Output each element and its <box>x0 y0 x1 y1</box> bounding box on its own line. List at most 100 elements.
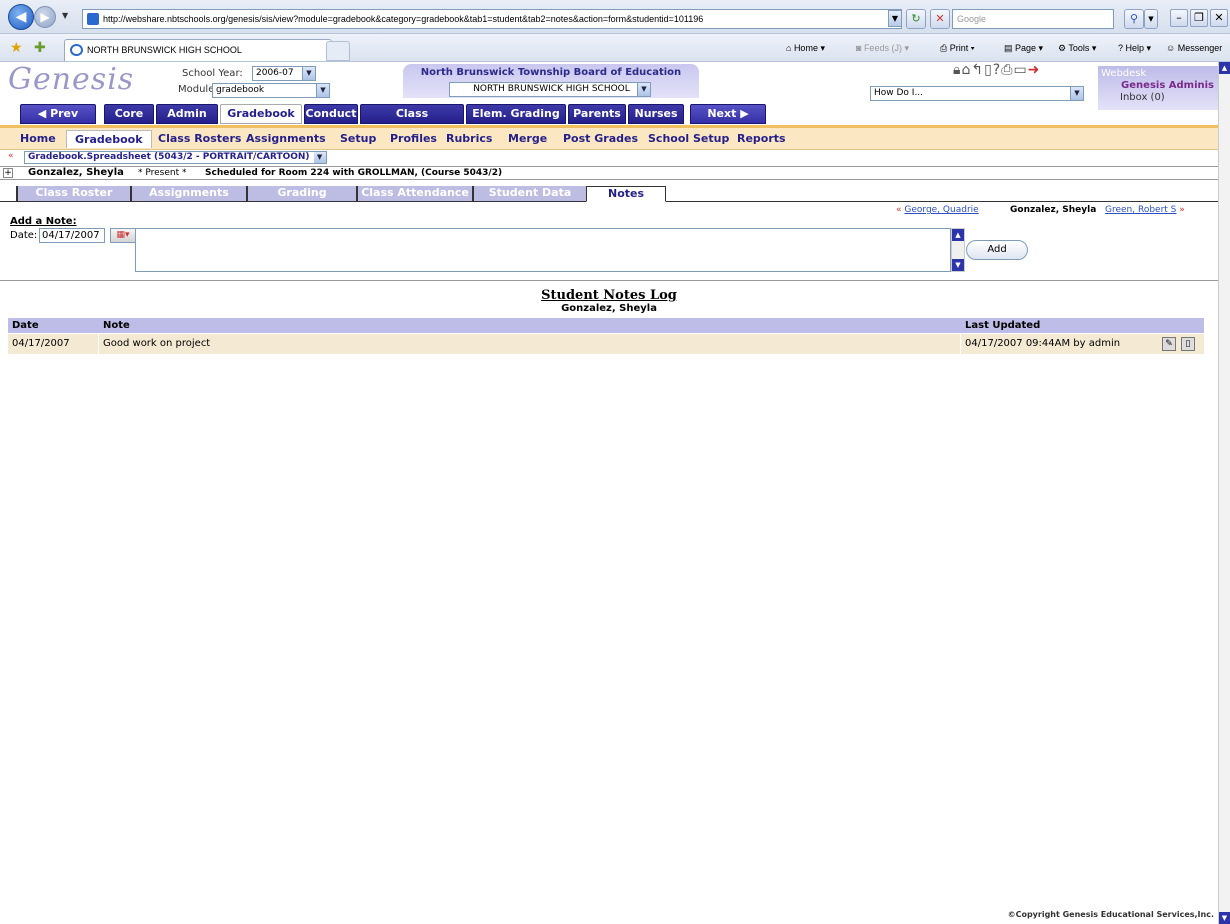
tab-admin[interactable]: Admin <box>156 104 218 124</box>
forward-button[interactable]: ▶ <box>34 6 56 28</box>
menu-gradebook[interactable]: Gradebook <box>66 130 152 148</box>
header-icons: 🔒︎⌂↰▯?⎙▭➜ <box>953 62 1040 78</box>
help-command[interactable]: ? Help ▾ <box>1118 43 1151 54</box>
close-window-button[interactable]: ✕ <box>1210 9 1228 27</box>
scroll-down-icon[interactable]: ▼ <box>952 259 964 271</box>
new-tab-button[interactable] <box>326 41 350 61</box>
scroll-up-icon[interactable]: ▲ <box>1219 62 1230 74</box>
tab-parents[interactable]: Parents <box>568 104 626 124</box>
menu-class-rosters[interactable]: Class Rosters <box>158 132 241 145</box>
tab-grading[interactable]: Grading <box>246 186 356 201</box>
how-do-i-value: How Do I... <box>874 88 924 98</box>
prev-student-icon[interactable]: « <box>896 205 902 215</box>
home-icon[interactable]: ⌂ <box>961 62 971 78</box>
webdesk-label: Webdesk <box>1101 68 1147 79</box>
document-icon[interactable]: ▯ <box>984 62 993 78</box>
next-button[interactable]: Next ▶ <box>690 104 766 124</box>
header-date: Date <box>12 320 39 331</box>
prev-student-link[interactable]: George, Quadrie <box>904 205 978 215</box>
spreadsheet-select[interactable]: Gradebook.Spreadsheet (5043/2 - PORTRAIT… <box>24 151 327 164</box>
help-icon[interactable]: ? <box>993 62 1001 78</box>
menu-school-setup[interactable]: School Setup <box>648 132 729 145</box>
menu-home[interactable]: Home <box>20 132 56 145</box>
menu-post-grades[interactable]: Post Grades <box>563 132 638 145</box>
logout-icon[interactable]: ➜ <box>1028 62 1041 78</box>
row-date: 04/17/2007 <box>12 338 70 349</box>
delete-icon[interactable]: ▯ <box>1181 337 1195 351</box>
school-select[interactable]: NORTH BRUNSWICK HIGH SCHOOL ▼ <box>449 82 651 97</box>
log-title: Student Notes Log <box>541 288 677 303</box>
print-icon[interactable]: ⎙ <box>1001 62 1013 78</box>
minimize-button[interactable]: – <box>1170 9 1188 27</box>
feeds-command[interactable]: ◙ Feeds (J) ▾ <box>856 43 909 54</box>
menu-merge[interactable]: Merge <box>508 132 547 145</box>
tab-conduct[interactable]: Conduct <box>304 104 358 124</box>
print-command-label: Print <box>949 43 969 53</box>
tab-gradebook[interactable]: Gradebook <box>220 104 302 124</box>
search-button[interactable]: ⚲ <box>1124 9 1144 29</box>
url-field[interactable]: http://webshare.nbtschools.org/genesis/s… <box>82 9 902 29</box>
tab-assignments[interactable]: Assignments <box>130 186 246 201</box>
tab-core[interactable]: Core <box>104 104 154 124</box>
back-arrow-icon[interactable]: ↰ <box>971 62 984 78</box>
home-command[interactable]: ⌂ Home ▾ <box>786 43 825 54</box>
search-options-button[interactable]: ▼ <box>1144 9 1158 29</box>
chevron-down-icon: ▼ <box>637 83 650 96</box>
page-scrollbar[interactable]: ▲ ▼ <box>1218 62 1230 924</box>
school-value: NORTH BRUNSWICK HIGH SCHOOL <box>473 84 630 94</box>
note-textarea[interactable] <box>135 228 951 272</box>
board-title: North Brunswick Township Board of Educat… <box>420 67 682 78</box>
tab-notes[interactable]: Notes <box>586 186 666 202</box>
stop-button[interactable]: ✕ <box>930 9 950 29</box>
scroll-down-icon[interactable]: ▼ <box>1219 912 1230 924</box>
menu-reports[interactable]: Reports <box>737 132 786 145</box>
url-dropdown-button[interactable]: ▼ <box>888 10 902 27</box>
tools-command[interactable]: ⚙ Tools ▾ <box>1058 43 1096 54</box>
next-student-icon[interactable]: » <box>1179 205 1185 215</box>
school-year-value: 2006-07 <box>256 68 294 78</box>
student-tabs: Class Roster Assignments Grading Class A… <box>0 186 1218 202</box>
collapse-icon[interactable]: « <box>8 151 14 161</box>
note-scrollbar[interactable]: ▲ ▼ <box>951 228 965 272</box>
board-box: North Brunswick Township Board of Educat… <box>403 64 699 98</box>
menu-setup[interactable]: Setup <box>340 132 376 145</box>
tab-class-roster[interactable]: Class Roster <box>16 186 130 201</box>
print-command[interactable]: ⎙ Print ▾ <box>940 43 975 54</box>
history-dropdown-icon[interactable]: ▼ <box>62 11 68 20</box>
module-select[interactable]: gradebook ▼ <box>212 83 330 98</box>
back-button[interactable]: ◀ <box>8 4 34 30</box>
tab-class-attendance-sub[interactable]: Class Attendance <box>356 186 472 201</box>
prev-button[interactable]: ◀ Prev <box>20 104 96 124</box>
messenger-command[interactable]: ☺ Messenger <box>1166 43 1222 53</box>
add-favorites-icon[interactable]: ✚ <box>34 40 46 56</box>
scroll-up-icon[interactable]: ▲ <box>952 229 964 241</box>
add-button[interactable]: Add <box>966 240 1028 260</box>
url-text: http://webshare.nbtschools.org/genesis/s… <box>103 14 704 24</box>
next-student-link[interactable]: Green, Robert S <box>1105 205 1176 215</box>
browser-tab[interactable]: NORTH BRUNSWICK HIGH SCHOOL <box>64 39 332 61</box>
edit-icon[interactable]: ✎ <box>1162 337 1176 351</box>
inbox-link[interactable]: Inbox (0) <box>1120 92 1165 103</box>
refresh-button[interactable]: ↻ <box>906 9 926 29</box>
student-navigation: « George, Quadrie <box>896 205 979 215</box>
monitor-icon[interactable]: ▭ <box>1013 62 1027 78</box>
restore-button[interactable]: ❐ <box>1190 9 1208 27</box>
menu-rubrics[interactable]: Rubrics <box>446 132 492 145</box>
expand-icon[interactable]: + <box>3 168 13 178</box>
page-command[interactable]: ▤ Page ▾ <box>1004 43 1043 54</box>
calendar-icon[interactable]: ▦▾ <box>110 228 136 243</box>
school-year-select[interactable]: 2006-07 ▼ <box>252 66 316 81</box>
how-do-i-select[interactable]: How Do I... ▼ <box>870 86 1084 101</box>
tab-student-data[interactable]: Student Data <box>472 186 586 201</box>
menu-assignments[interactable]: Assignments <box>246 132 326 145</box>
school-year-label: School Year: <box>182 68 243 79</box>
date-field[interactable]: 04/17/2007 <box>39 228 105 243</box>
tab-class-attendance[interactable]: Class Attendance <box>360 104 464 138</box>
menu-profiles[interactable]: Profiles <box>390 132 437 145</box>
student-info-row: + Gonzalez, Sheyla * Present * Scheduled… <box>0 166 1218 180</box>
tab-elem-grading[interactable]: Elem. Grading <box>466 104 566 124</box>
favorites-star-icon[interactable]: ★ <box>10 40 23 56</box>
module-value: gradebook <box>216 85 265 95</box>
tab-nurses[interactable]: Nurses <box>628 104 684 124</box>
search-input[interactable]: Google <box>952 9 1114 29</box>
